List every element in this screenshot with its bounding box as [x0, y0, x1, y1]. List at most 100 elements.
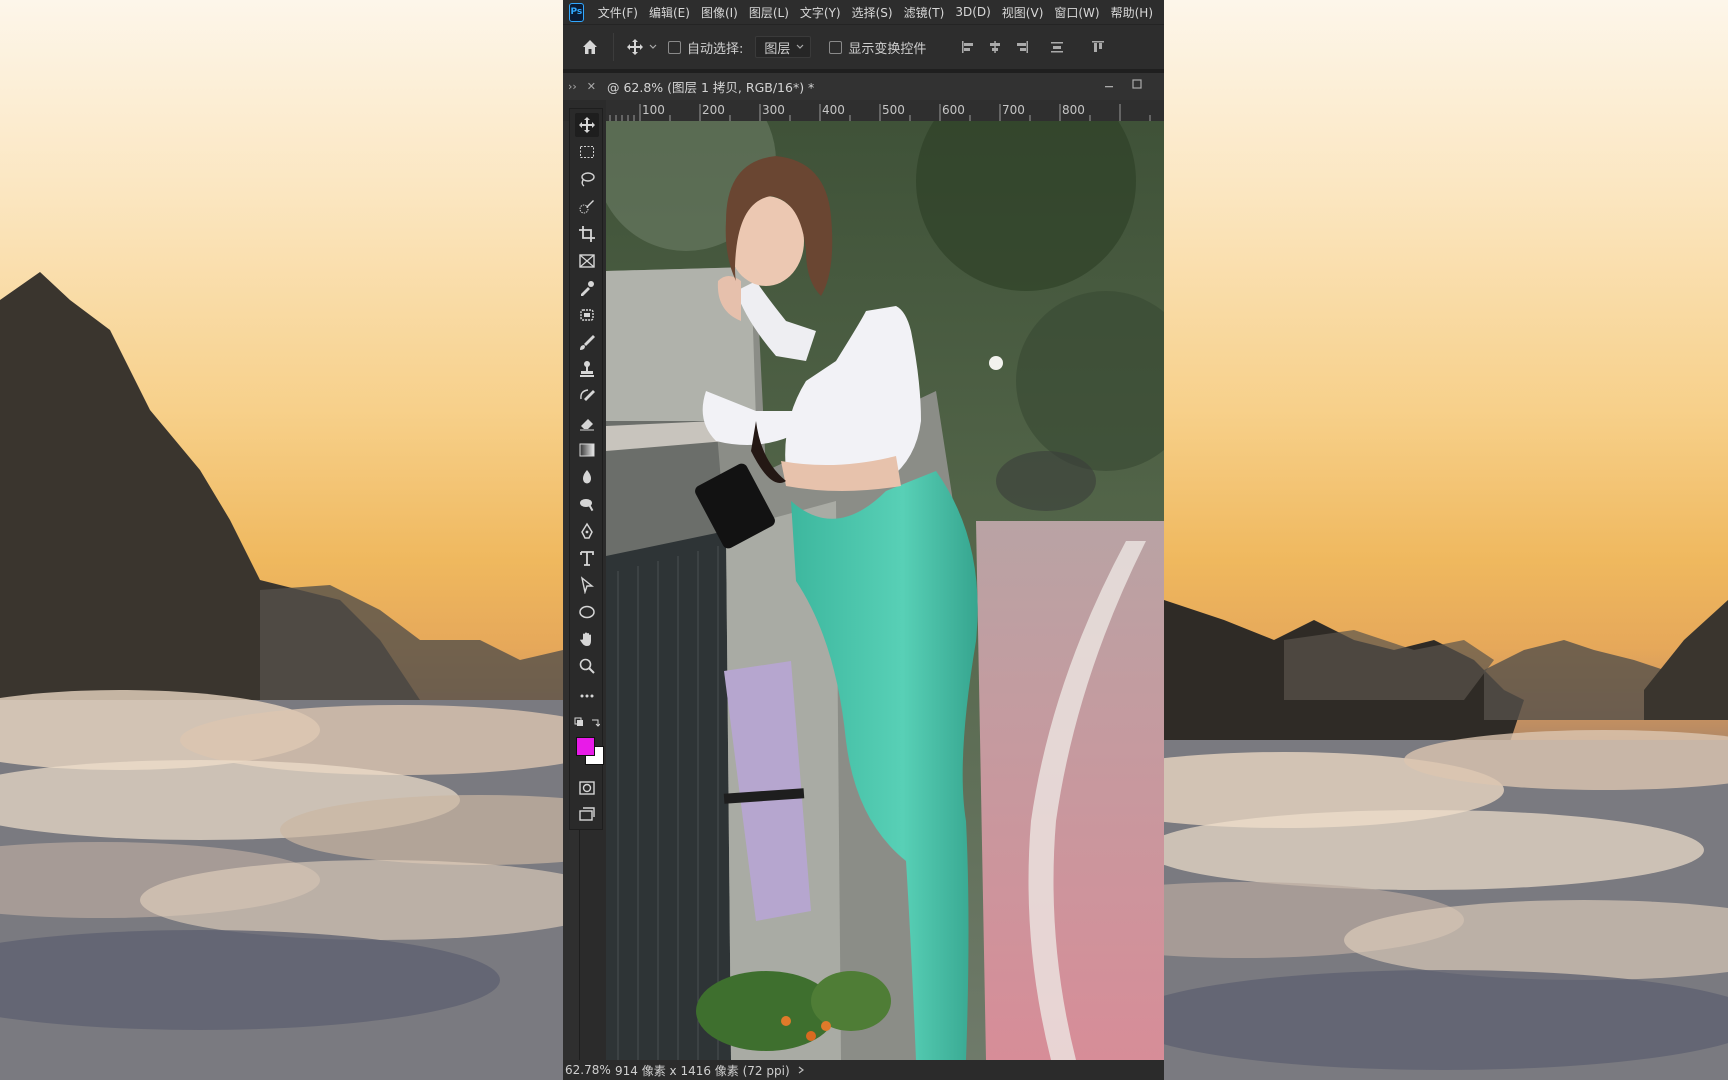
show-transform-checkbox[interactable] [829, 40, 843, 54]
menu-type[interactable]: 文字(Y) [800, 4, 841, 21]
type-tool[interactable] [575, 546, 599, 570]
document-canvas[interactable] [606, 121, 1164, 1060]
brush-tool-icon [580, 335, 595, 350]
photo [606, 121, 1164, 1060]
ruler-mark: 500 [882, 103, 905, 117]
panel-controls: ›› ✕ [563, 80, 601, 93]
auto-select-dropdown[interactable]: 图层 [755, 36, 812, 58]
hand-tool-icon [580, 632, 591, 646]
blur-tool[interactable] [575, 465, 599, 489]
home-button[interactable] [575, 32, 605, 62]
patch-tool[interactable] [575, 303, 599, 327]
window-controls [1104, 79, 1142, 89]
stamp-tool-icon [580, 361, 594, 377]
gradient-tool-icon [579, 443, 595, 457]
eraser-tool-icon [580, 419, 594, 431]
wallpaper-right [1164, 0, 1728, 1080]
zoom-tool[interactable] [575, 654, 599, 678]
document-title[interactable]: @ 62.8% (图层 1 拷贝, RGB/16*) * [607, 77, 814, 96]
show-transform-label: 显示变换控件 [848, 41, 927, 57]
screen-mode-icon [579, 807, 595, 821]
options-bar: 自动选择: 图层 显示变换控件 [563, 24, 1164, 74]
quick-select-tool-icon [579, 200, 594, 214]
move-tool-preset[interactable] [626, 38, 658, 56]
quick-mask[interactable] [575, 776, 599, 800]
marquee-tool[interactable] [575, 140, 599, 164]
history-brush-tool[interactable] [575, 384, 599, 408]
menu-image[interactable]: 图像(I) [701, 4, 738, 21]
ruler-mark: 600 [942, 103, 965, 117]
collapse-icon[interactable]: ›› [568, 80, 577, 93]
menu-3d[interactable]: 3D(D) [955, 5, 990, 19]
dodge-tool[interactable] [575, 492, 599, 516]
menu-help[interactable]: 帮助(H) [1111, 4, 1153, 21]
home-icon [583, 40, 597, 54]
menu-filter[interactable]: 滤镜(T) [904, 4, 945, 21]
auto-select-checkbox[interactable] [668, 40, 681, 54]
lasso-tool-icon [581, 172, 595, 187]
ellipse-tool[interactable] [575, 600, 599, 624]
align-controls [960, 39, 1117, 55]
horizontal-ruler: 100 200 300 400 500 600 700 800 [606, 100, 1164, 122]
menu-bar: Ps 文件(F) 编辑(E) 图像(I) 图层(L) 文字(Y) 选择(S) 滤… [563, 0, 1164, 24]
menu-edit[interactable]: 编辑(E) [649, 4, 690, 21]
path-select-tool-icon [580, 576, 594, 594]
divider [613, 33, 614, 61]
crop-tool[interactable] [575, 222, 599, 246]
path-select-tool[interactable] [575, 573, 599, 597]
chevron-right-icon[interactable] [796, 1065, 806, 1075]
more-tools[interactable] [575, 684, 599, 708]
history-brush-tool-icon [580, 389, 595, 401]
screen-mode[interactable] [575, 802, 599, 826]
hand-tool[interactable] [575, 627, 599, 651]
quick-select-tool[interactable] [575, 195, 599, 219]
align-top-icon[interactable] [1090, 39, 1106, 55]
frame-tool[interactable] [575, 249, 599, 273]
minimize-icon[interactable] [1104, 79, 1114, 89]
menu-view[interactable]: 视图(V) [1002, 4, 1044, 21]
eyedropper-tool[interactable] [575, 276, 599, 300]
menu-layer[interactable]: 图层(L) [749, 4, 789, 21]
align-left-icon[interactable] [960, 39, 976, 55]
swap-colors-icon[interactable] [574, 717, 600, 729]
lasso-tool[interactable] [575, 167, 599, 191]
close-icon[interactable]: ✕ [587, 80, 596, 93]
chevron-down-icon [649, 44, 657, 49]
align-center-icon[interactable] [987, 39, 1003, 55]
maximize-icon[interactable] [1132, 79, 1142, 89]
marquee-tool-icon [580, 146, 594, 158]
menu-select[interactable]: 选择(S) [852, 4, 893, 21]
menu-file[interactable]: 文件(F) [598, 4, 638, 21]
eraser-tool[interactable] [575, 411, 599, 435]
tools-panel [569, 108, 604, 830]
ruler-mark: 200 [702, 103, 725, 117]
stamp-tool[interactable] [575, 357, 599, 381]
app-logo: Ps [569, 2, 584, 22]
menu-window[interactable]: 窗口(W) [1054, 4, 1099, 21]
chevron-down-icon [796, 44, 804, 49]
brush-tool[interactable] [575, 330, 599, 354]
auto-select-value: 图层 [764, 41, 791, 57]
foreground-color-swatch[interactable] [576, 737, 595, 756]
document-tab-bar: ›› ✕ @ 62.8% (图层 1 拷贝, RGB/16*) * [563, 73, 1164, 100]
quick-mask-icon [579, 781, 595, 795]
gradient-tool[interactable] [575, 438, 599, 462]
ellipse-tool-icon [579, 605, 595, 619]
blur-tool-icon [583, 470, 591, 484]
zoom-level[interactable]: 62.78% [565, 1063, 615, 1077]
status-bar: 62.78% 914 像素 x 1416 像素 (72 ppi) [563, 1060, 1164, 1080]
move-tool-icon [579, 117, 595, 133]
frame-tool-icon [579, 254, 595, 268]
move-tool[interactable] [575, 113, 599, 137]
patch-tool-icon [580, 309, 594, 321]
distribute-icon[interactable] [1049, 39, 1065, 55]
pen-tool-icon [581, 522, 593, 539]
pen-tool[interactable] [575, 519, 599, 543]
crop-tool-icon [579, 226, 595, 242]
ruler-mark: 300 [762, 103, 785, 117]
ruler-mark: 800 [1062, 103, 1085, 117]
more-tools-icon [580, 694, 594, 698]
wallpaper-left [0, 0, 563, 1080]
align-right-icon[interactable] [1014, 39, 1030, 55]
dodge-tool-icon [580, 499, 594, 512]
